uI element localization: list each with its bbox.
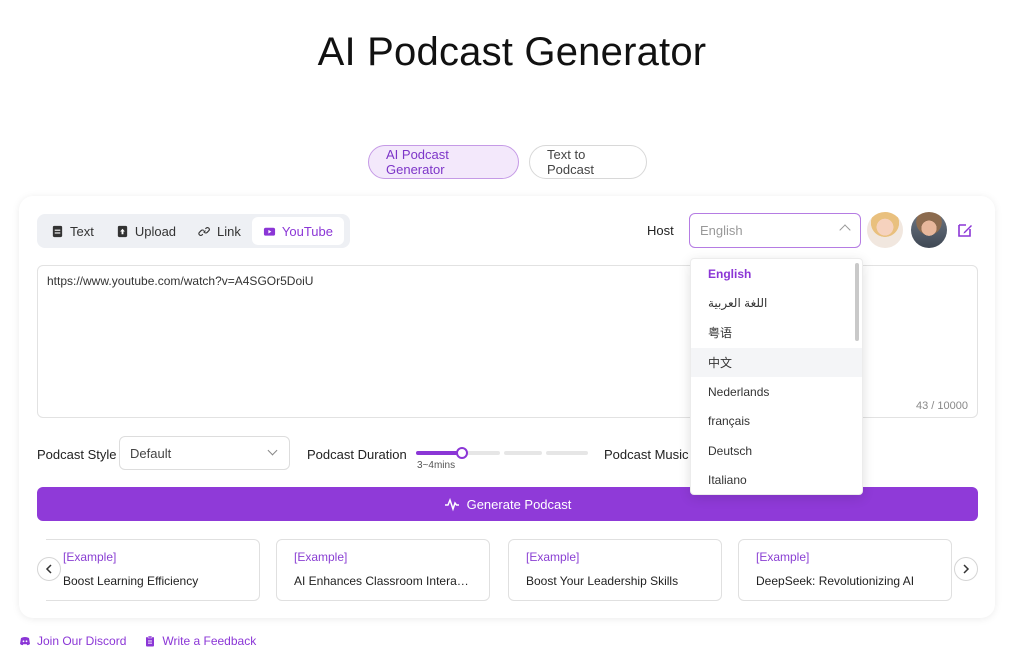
example-card-2[interactable]: [Example] AI Enhances Classroom Interact… — [276, 539, 490, 601]
example-title: Boost Learning Efficiency — [63, 574, 199, 588]
duration-segment-1[interactable] — [416, 451, 458, 455]
tab-text-to-podcast[interactable]: Text to Podcast — [529, 145, 647, 179]
feedback-link-label: Write a Feedback — [162, 634, 257, 648]
discord-icon — [20, 637, 30, 646]
upload-icon — [117, 225, 127, 237]
language-option-cantonese[interactable]: 粤语 — [691, 318, 862, 348]
host-select-placeholder: English — [700, 223, 743, 238]
document-icon — [52, 225, 63, 237]
podcast-style-value: Default — [130, 445, 172, 461]
feedback-link[interactable]: Write a Feedback — [144, 634, 256, 648]
clipboard-icon — [146, 635, 155, 647]
language-option-italian[interactable]: Italiano — [691, 466, 862, 495]
host-language-dropdown: English اللغة العربية 粤语 中文 Nederlands f… — [690, 258, 863, 495]
podcast-duration-value: 3~4mins — [417, 460, 456, 471]
host-label: Host — [647, 223, 674, 238]
language-option-arabic[interactable]: اللغة العربية — [691, 289, 862, 319]
source-tab-link[interactable]: Link — [187, 217, 252, 245]
source-tabs: Text Upload Link YouTube — [37, 214, 350, 248]
podcast-duration-slider[interactable] — [416, 451, 588, 455]
example-title: AI Enhances Classroom Interaction — [294, 574, 472, 588]
podcast-style-select[interactable]: Default — [119, 436, 290, 470]
url-input-value: https://www.youtube.com/watch?v=A4SGOr5D… — [47, 274, 314, 288]
tab-ai-podcast-generator[interactable]: AI Podcast Generator — [368, 145, 519, 179]
source-tab-youtube-label: YouTube — [281, 223, 333, 239]
chevron-right-icon — [963, 564, 970, 574]
waveform-icon — [444, 497, 459, 512]
example-card-4[interactable]: [Example] DeepSeek: Revolutionizing AI — [738, 539, 952, 601]
host-language-select[interactable]: English — [689, 213, 861, 248]
host-avatar-male[interactable] — [911, 212, 947, 248]
source-tab-text-label: Text — [70, 223, 94, 239]
edit-icon[interactable] — [956, 221, 974, 239]
podcast-duration-label: Podcast Duration — [307, 447, 407, 462]
duration-slider-handle[interactable] — [456, 447, 468, 459]
example-tag: [Example] — [526, 550, 580, 564]
example-card-3[interactable]: [Example] Boost Your Leadership Skills — [508, 539, 722, 601]
language-option-french[interactable]: français — [691, 407, 862, 437]
source-tab-upload-label: Upload — [134, 223, 177, 239]
generate-podcast-label: Generate Podcast — [466, 496, 572, 512]
language-option-chinese[interactable]: 中文 — [691, 347, 862, 377]
chevron-down-icon — [267, 445, 278, 456]
chevron-up-icon — [839, 224, 851, 236]
page-title: AI Podcast Generator — [317, 30, 707, 74]
language-option-english[interactable]: English — [691, 259, 862, 289]
duration-segment-3[interactable] — [504, 451, 542, 455]
example-tag: [Example] — [756, 550, 810, 564]
carousel-next-button[interactable] — [954, 557, 978, 581]
example-tag: [Example] — [63, 550, 117, 564]
mode-tabs: AI Podcast Generator Text to Podcast — [368, 145, 647, 179]
example-title: Boost Your Leadership Skills — [526, 574, 679, 588]
host-avatar-female[interactable] — [867, 212, 903, 248]
example-card-1[interactable]: [Example] Boost Learning Efficiency — [46, 539, 260, 601]
source-tab-upload[interactable]: Upload — [105, 217, 187, 245]
duration-segment-4[interactable] — [546, 451, 588, 455]
discord-link-label: Join Our Discord — [37, 634, 127, 648]
youtube-icon — [263, 227, 275, 236]
language-option-dutch[interactable]: Nederlands — [691, 377, 862, 407]
source-tab-youtube[interactable]: YouTube — [251, 217, 344, 245]
link-icon — [198, 226, 210, 236]
source-tab-text[interactable]: Text — [40, 217, 105, 245]
footer-links: Join Our Discord Write a Feedback — [19, 634, 256, 648]
discord-link[interactable]: Join Our Discord — [19, 634, 126, 648]
source-tab-link-label: Link — [217, 223, 241, 239]
example-title: DeepSeek: Revolutionizing AI — [756, 574, 915, 588]
example-tag: [Example] — [294, 550, 348, 564]
language-option-german[interactable]: Deutsch — [691, 436, 862, 466]
podcast-style-label: Podcast Style — [37, 447, 117, 462]
podcast-music-label: Podcast Music — [604, 447, 689, 462]
dropdown-scrollbar[interactable] — [855, 263, 859, 341]
character-count: 43 / 10000 — [916, 400, 968, 412]
